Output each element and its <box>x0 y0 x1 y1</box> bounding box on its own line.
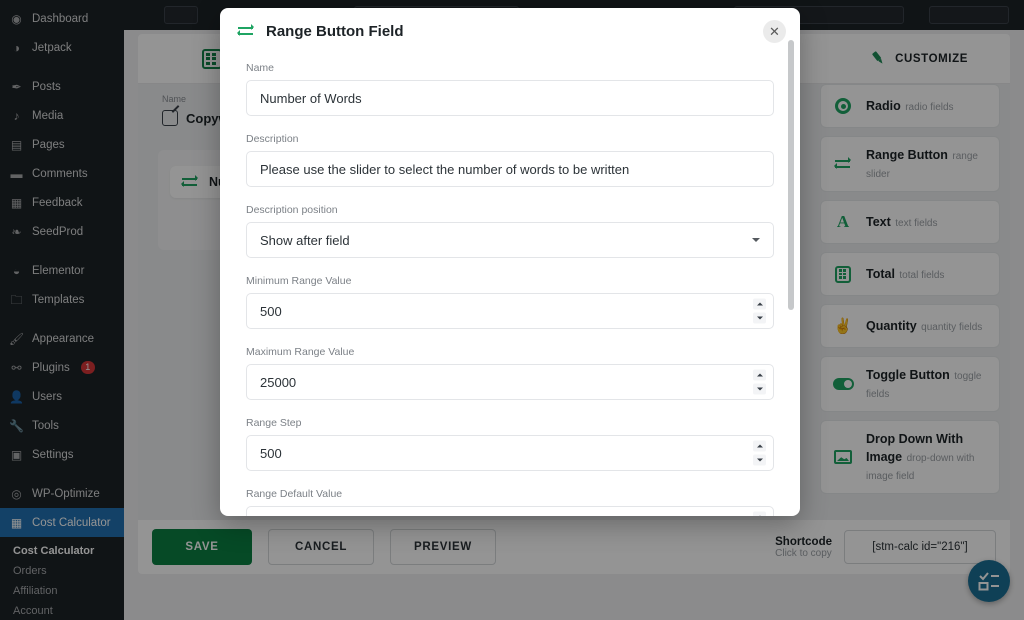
range-slider-icon <box>238 25 255 38</box>
description-input[interactable]: Please use the slider to select the numb… <box>246 151 774 187</box>
name-input[interactable]: Number of Words <box>246 80 774 116</box>
maximum-range-input[interactable]: 25000 <box>246 364 774 400</box>
modal-title: Range Button Field <box>266 23 404 40</box>
modal-scrollbar[interactable] <box>788 40 794 510</box>
range-default-stepper[interactable] <box>753 512 766 517</box>
minimum-range-value: 500 <box>260 304 282 319</box>
description-position-select[interactable]: Show after field <box>246 222 774 258</box>
minimum-range-stepper[interactable] <box>753 299 766 324</box>
stepper-down-icon[interactable] <box>753 313 766 324</box>
field-group-range-default-value: Range Default Value 500 <box>246 488 774 516</box>
field-group-minimum-range-value: Minimum Range Value 500 <box>246 275 774 329</box>
range-default-label: Range Default Value <box>246 488 774 500</box>
range-step-label: Range Step <box>246 417 774 429</box>
field-group-name: Name Number of Words <box>246 62 774 116</box>
field-group-description: Description Please use the slider to sel… <box>246 133 774 187</box>
description-label: Description <box>246 133 774 145</box>
field-group-maximum-range-value: Maximum Range Value 25000 <box>246 346 774 400</box>
field-group-description-position: Description position Show after field <box>246 204 774 258</box>
maximum-range-value: 25000 <box>260 375 296 390</box>
stepper-down-icon[interactable] <box>753 384 766 395</box>
range-button-field-modal: Range Button Field ✕ Name Number of Word… <box>220 8 800 516</box>
maximum-range-label: Maximum Range Value <box>246 346 774 358</box>
screen-root: ◉ Dashboard ◑ Jetpack ✒ Posts ♪ Media ▤ … <box>0 0 1024 620</box>
range-step-stepper[interactable] <box>753 441 766 466</box>
name-label: Name <box>246 62 774 74</box>
close-icon[interactable]: ✕ <box>763 20 786 43</box>
maximum-range-stepper[interactable] <box>753 370 766 395</box>
range-step-value: 500 <box>260 446 282 461</box>
stepper-down-icon[interactable] <box>753 455 766 466</box>
chevron-down-icon <box>752 238 760 242</box>
range-default-input[interactable]: 500 <box>246 506 774 516</box>
stepper-up-icon[interactable] <box>753 512 766 517</box>
modal-body: Name Number of Words Description Please … <box>220 54 800 516</box>
stepper-up-icon[interactable] <box>753 370 766 381</box>
description-position-label: Description position <box>246 204 774 216</box>
range-step-input[interactable]: 500 <box>246 435 774 471</box>
description-position-value: Show after field <box>260 233 350 248</box>
modal-header: Range Button Field ✕ <box>220 8 800 54</box>
minimum-range-label: Minimum Range Value <box>246 275 774 287</box>
field-group-range-step: Range Step 500 <box>246 417 774 471</box>
stepper-up-icon[interactable] <box>753 441 766 452</box>
modal-scrollbar-thumb[interactable] <box>788 40 794 310</box>
minimum-range-input[interactable]: 500 <box>246 293 774 329</box>
stepper-up-icon[interactable] <box>753 299 766 310</box>
